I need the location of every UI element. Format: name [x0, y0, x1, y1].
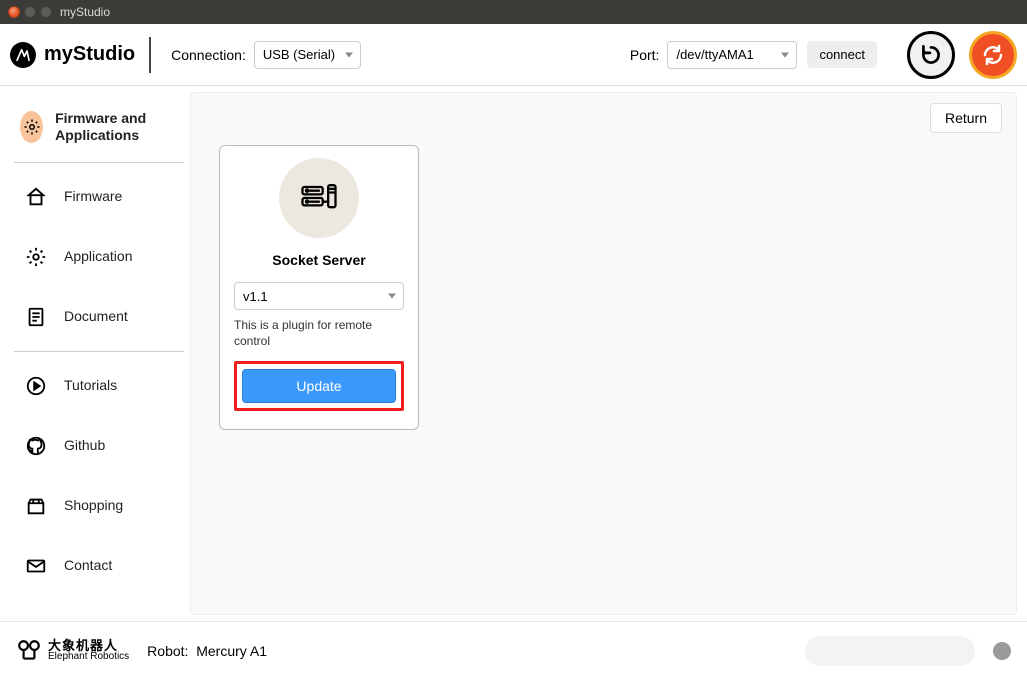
port-label: Port:: [630, 47, 660, 63]
sidebar-item-shopping[interactable]: Shopping: [14, 476, 190, 536]
brand-name-en: Elephant Robotics: [48, 652, 129, 662]
connection-group: Connection: USB (Serial): [171, 41, 361, 69]
card-description: This is a plugin for remote control: [234, 318, 404, 349]
main-panel: Return Socket Server: [190, 92, 1017, 615]
sidebar-item-application[interactable]: Application: [14, 227, 190, 287]
sidebar-item-tutorials[interactable]: Tutorials: [14, 356, 190, 416]
play-circle-icon: [20, 370, 52, 402]
status-dot-icon: [993, 642, 1011, 660]
app-body: Firmware and Applications Firmware Appli…: [0, 86, 1027, 621]
sidebar-item-label: Shopping: [64, 497, 123, 514]
plugin-card: Socket Server v1.1 This is a plugin for …: [219, 145, 419, 430]
app-name: myStudio: [44, 43, 135, 66]
card-title: Socket Server: [272, 252, 365, 268]
elephant-logo-icon: [16, 638, 42, 664]
sidebar-item-label: Contact: [64, 557, 112, 574]
main-area: Return Socket Server: [190, 86, 1027, 621]
gear-icon: [20, 241, 52, 273]
refresh-round-button[interactable]: [969, 31, 1017, 79]
shopping-icon: [20, 490, 52, 522]
app-header: myStudio Connection: USB (Serial) Port: …: [0, 24, 1027, 86]
sidebar-item-label: Application: [64, 248, 133, 265]
document-icon: [20, 301, 52, 333]
connection-select[interactable]: USB (Serial): [254, 41, 361, 69]
port-select[interactable]: /dev/ttyAMA1: [667, 41, 797, 69]
sidebar-separator: [14, 162, 184, 163]
sidebar-item-firmware-applications[interactable]: Firmware and Applications: [14, 96, 190, 158]
window-close-button[interactable]: [8, 6, 20, 18]
update-highlight-box: Update: [234, 361, 404, 411]
sidebar-item-label: Github: [64, 437, 105, 454]
sidebar-item-label: Document: [64, 308, 128, 325]
app-logo-block: myStudio: [10, 37, 151, 73]
connect-button[interactable]: connect: [807, 41, 877, 68]
refresh-icon: [981, 43, 1005, 67]
server-icon: [279, 158, 359, 238]
sidebar-item-label: Firmware and Applications: [55, 110, 184, 144]
sidebar-separator: [14, 351, 184, 352]
chip-icon: [20, 181, 52, 213]
undo-icon: [918, 42, 944, 68]
sidebar-item-firmware[interactable]: Firmware: [14, 167, 190, 227]
connection-label: Connection:: [171, 47, 246, 63]
footer-search-input[interactable]: [805, 636, 975, 666]
undo-round-button[interactable]: [907, 31, 955, 79]
window-controls: [8, 6, 52, 18]
sidebar-item-github[interactable]: Github: [14, 416, 190, 476]
gear-badge-icon: [20, 111, 43, 143]
version-select[interactable]: v1.1: [234, 282, 404, 310]
window-title: myStudio: [60, 5, 110, 19]
app-logo-icon: [10, 42, 36, 68]
sidebar-item-label: Tutorials: [64, 377, 117, 394]
header-round-buttons: [907, 31, 1017, 79]
port-group: Port: /dev/ttyAMA1: [630, 41, 798, 69]
window-maximize-button[interactable]: [40, 6, 52, 18]
sidebar-item-label: Firmware: [64, 188, 122, 205]
update-button[interactable]: Update: [242, 369, 396, 403]
sidebar-item-contact[interactable]: Contact: [14, 536, 190, 596]
os-titlebar: myStudio: [0, 0, 1027, 24]
robot-label: Robot: Mercury A1: [147, 643, 267, 659]
return-button[interactable]: Return: [930, 103, 1002, 133]
app-footer: 大象机器人 Elephant Robotics Robot: Mercury A…: [0, 621, 1027, 679]
sidebar-item-document[interactable]: Document: [14, 287, 190, 347]
mail-icon: [20, 550, 52, 582]
window-minimize-button[interactable]: [24, 6, 36, 18]
github-icon: [20, 430, 52, 462]
brand-logo: 大象机器人 Elephant Robotics: [16, 638, 129, 664]
sidebar: Firmware and Applications Firmware Appli…: [0, 86, 190, 621]
